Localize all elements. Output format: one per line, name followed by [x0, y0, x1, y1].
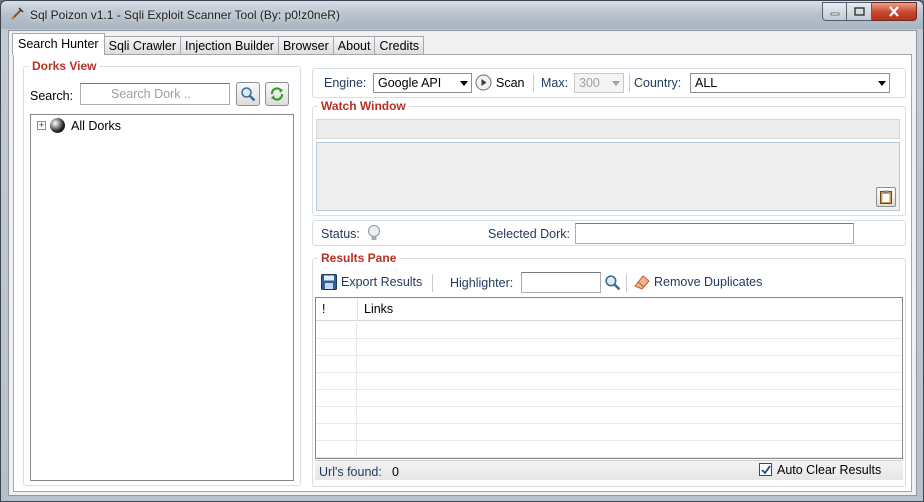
- selected-dork-label: Selected Dork:: [488, 227, 570, 241]
- separator: [432, 274, 433, 292]
- country-select[interactable]: ALL: [690, 73, 890, 93]
- minimize-button[interactable]: [822, 2, 847, 21]
- search-icon: [241, 87, 256, 102]
- tree-node-all-dorks[interactable]: + All Dorks: [37, 118, 121, 133]
- country-label: Country:: [634, 76, 682, 90]
- table-row: [316, 390, 902, 407]
- refresh-icon: [270, 87, 284, 101]
- watch-output[interactable]: [316, 142, 900, 211]
- client-area: Search Hunter Sqli Crawler Injection Bui…: [8, 30, 917, 496]
- table-row: [316, 373, 902, 390]
- column-header-flag[interactable]: !: [316, 298, 358, 321]
- tab-injection-builder[interactable]: Injection Builder: [180, 36, 279, 55]
- tree-node-label: All Dorks: [71, 118, 122, 133]
- checkmark-icon: [760, 464, 771, 474]
- dork-search-placeholder: Search Dork ..: [111, 87, 191, 101]
- engine-bar: Engine: Google API Scan Max: 300 Country…: [312, 68, 906, 98]
- table-row: [316, 424, 902, 441]
- urls-found-label: Url's found:: [319, 465, 382, 479]
- remove-duplicates-label: Remove Duplicates: [654, 275, 763, 289]
- tab-strip: Search Hunter Sqli Crawler Injection Bui…: [12, 33, 425, 55]
- close-icon: [889, 6, 899, 17]
- remove-duplicates-button[interactable]: Remove Duplicates: [634, 274, 762, 290]
- dorks-tree[interactable]: + All Dorks: [30, 114, 294, 481]
- dorks-view-title: Dorks View: [29, 59, 100, 73]
- auto-clear-label: Auto Clear Results: [777, 463, 882, 477]
- app-window: Sql Poizon v1.1 - Sqli Exploit Scanner T…: [0, 0, 924, 502]
- watch-header-bar: [316, 119, 900, 139]
- syringe-icon: [11, 7, 24, 20]
- table-row: [316, 407, 902, 424]
- save-icon: [321, 274, 337, 290]
- urls-found-value: 0: [392, 465, 399, 479]
- tab-sqli-crawler[interactable]: Sqli Crawler: [103, 36, 181, 55]
- tab-credits[interactable]: Credits: [374, 36, 425, 55]
- table-row: [316, 356, 902, 373]
- results-pane-title: Results Pane: [318, 251, 400, 265]
- tab-search-hunter[interactable]: Search Hunter: [12, 33, 105, 55]
- clipboard-button[interactable]: [876, 187, 896, 207]
- chevron-down-icon: [878, 81, 886, 86]
- table-row: [316, 322, 902, 339]
- chevron-down-icon: [460, 81, 468, 86]
- lightbulb-icon: [368, 225, 380, 240]
- table-row: [316, 339, 902, 356]
- max-label: Max:: [541, 76, 569, 90]
- watch-window-title: Watch Window: [318, 99, 409, 113]
- close-button[interactable]: [872, 2, 917, 21]
- column-header-links[interactable]: Links: [358, 298, 902, 321]
- maximize-button[interactable]: [847, 2, 872, 21]
- engine-select[interactable]: Google API: [373, 73, 472, 93]
- engine-label: Engine:: [324, 76, 367, 90]
- dork-search-input[interactable]: Search Dork ..: [80, 83, 230, 105]
- chevron-down-icon: [612, 81, 620, 86]
- search-label: Search:: [30, 89, 74, 103]
- max-value: 300: [579, 76, 600, 90]
- watch-window-group: Watch Window: [312, 99, 906, 216]
- window-title: Sql Poizon v1.1 - Sqli Exploit Scanner T…: [30, 8, 340, 22]
- export-results-label: Export Results: [341, 275, 423, 289]
- separator: [626, 274, 627, 292]
- highlighter-input[interactable]: [521, 272, 601, 293]
- expand-icon[interactable]: +: [37, 121, 46, 130]
- title-bar[interactable]: Sql Poizon v1.1 - Sqli Exploit Scanner T…: [1, 1, 923, 29]
- scan-button[interactable]: Scan: [475, 74, 525, 91]
- highlighter-label: Highlighter:: [450, 276, 514, 290]
- search-icon[interactable]: [604, 274, 621, 291]
- engine-value: Google API: [378, 76, 442, 90]
- export-results-button[interactable]: Export Results: [321, 274, 422, 290]
- max-select[interactable]: 300: [574, 73, 624, 93]
- maximize-icon: [853, 6, 865, 16]
- search-hunter-panel: Dorks View Search: Search Dork .. + All …: [13, 54, 912, 492]
- status-row: Status: Selected Dork:: [312, 220, 906, 246]
- globe-icon: [50, 118, 65, 133]
- tab-browser[interactable]: Browser: [277, 36, 334, 55]
- auto-clear-checkbox[interactable]: [759, 463, 772, 476]
- play-icon: [475, 74, 492, 91]
- separator: [629, 74, 630, 92]
- separator: [533, 74, 534, 92]
- results-status-bar: Url's found: 0 Auto Clear Results: [315, 460, 903, 480]
- minimize-icon: [830, 12, 839, 15]
- table-header: ! Links: [316, 298, 902, 321]
- search-button[interactable]: [236, 82, 260, 106]
- scan-label: Scan: [496, 75, 525, 90]
- status-label: Status:: [321, 227, 360, 241]
- table-row: [316, 441, 902, 458]
- links-table[interactable]: ! Links: [315, 297, 903, 459]
- tab-about[interactable]: About: [332, 36, 376, 55]
- country-value: ALL: [695, 76, 718, 90]
- clipboard-icon: [880, 190, 892, 204]
- eraser-icon: [634, 275, 650, 290]
- dorks-view-group: Dorks View Search: Search Dork .. + All …: [23, 59, 301, 486]
- selected-dork-field[interactable]: [575, 223, 854, 244]
- refresh-button[interactable]: [265, 82, 289, 106]
- results-pane-group: Results Pane Export Results Highlighter:: [312, 251, 906, 487]
